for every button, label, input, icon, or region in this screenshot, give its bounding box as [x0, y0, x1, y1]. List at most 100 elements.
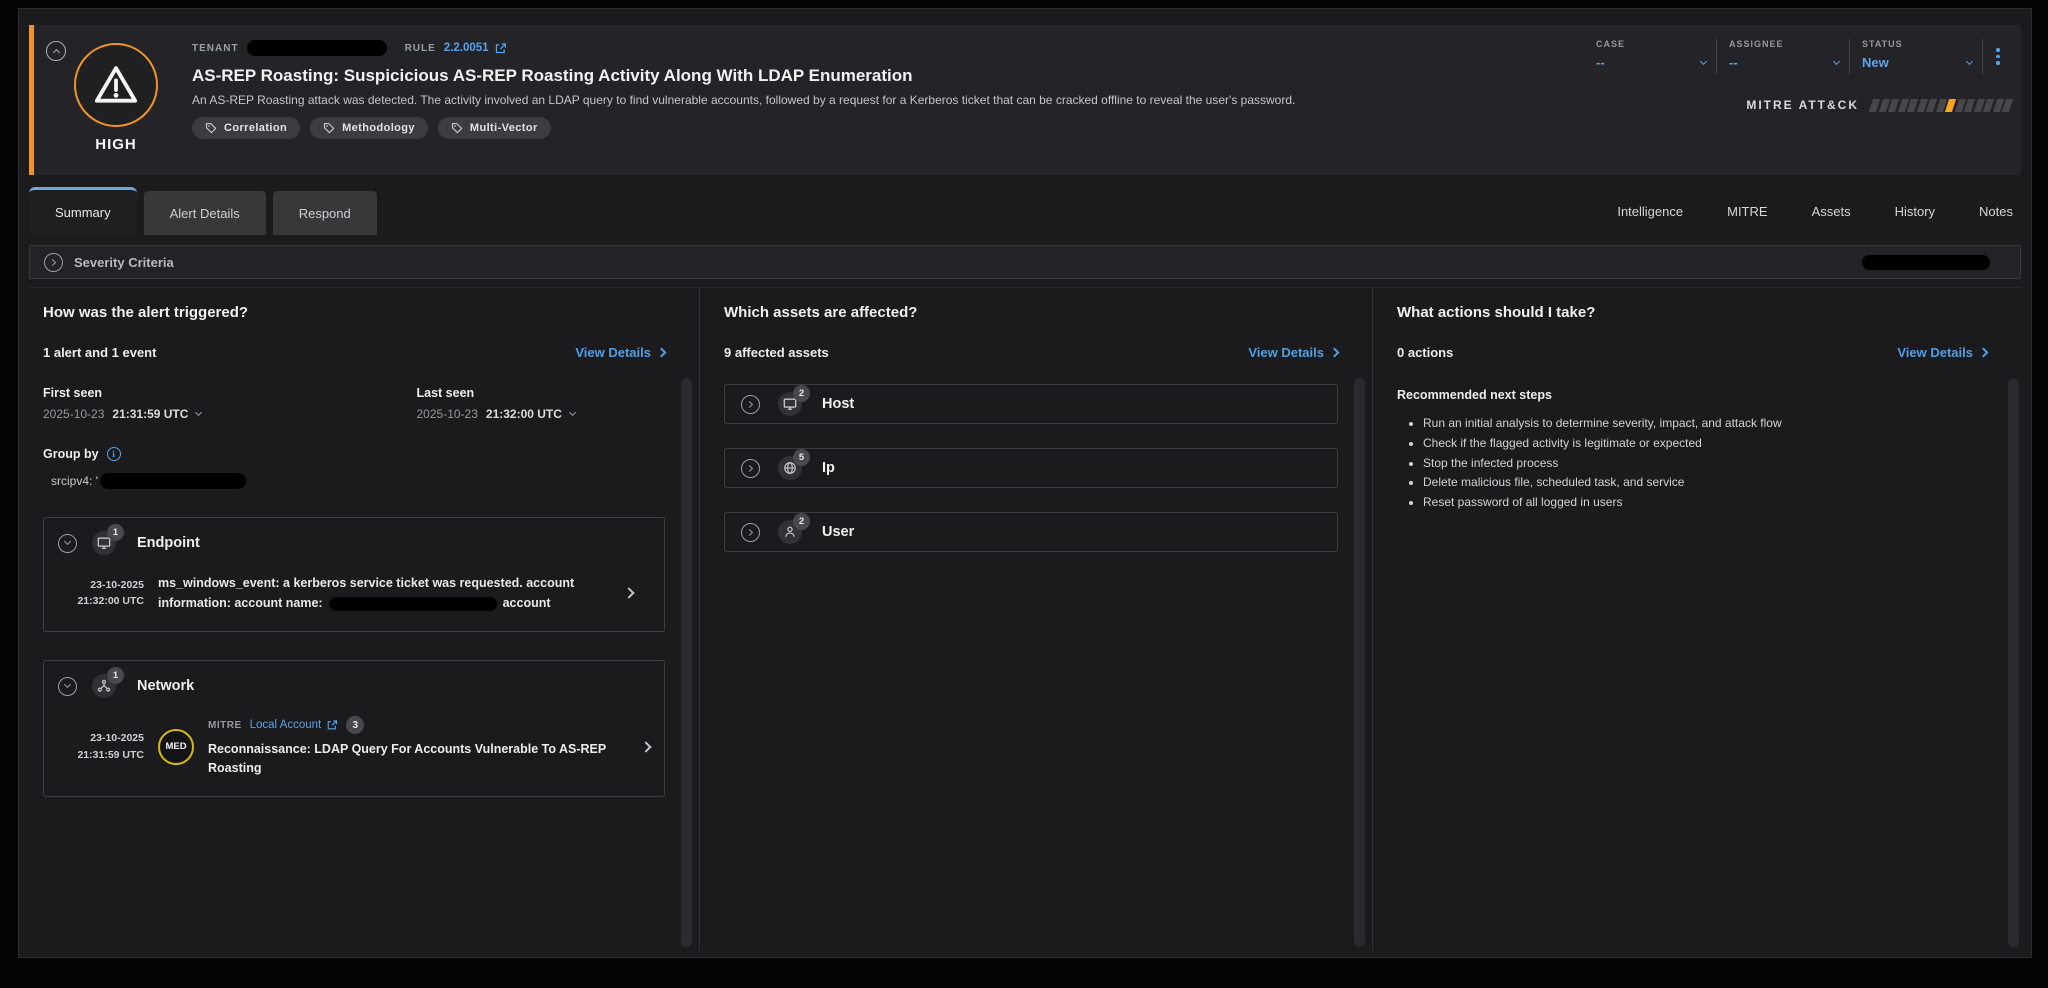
warning-triangle-icon [93, 62, 139, 108]
assets-column: Which assets are affected? 9 affected as… [700, 288, 1373, 951]
assignee-value: -- [1729, 55, 1738, 70]
network-alert-name: Reconnaissance: LDAP Query For Accounts … [208, 740, 630, 778]
recommended-steps-list: Run an initial analysis to determine sev… [1397, 414, 1987, 513]
more-actions-kebab-icon[interactable] [1985, 37, 2011, 76]
rule-label: RULE [405, 43, 436, 54]
severity-block: HIGH [68, 43, 164, 153]
collapse-header-button[interactable] [46, 41, 66, 61]
group-by-key: srcipv4: ' [51, 474, 98, 488]
tab-alert-details[interactable]: Alert Details [144, 191, 266, 235]
status-label: STATUS [1862, 39, 1972, 49]
recommended-step: Check if the flagged activity is legitim… [1423, 434, 1987, 454]
tab-notes[interactable]: Notes [1979, 204, 2013, 219]
actions-view-details-link[interactable]: View Details [1897, 345, 1987, 360]
tab-history[interactable]: History [1895, 204, 1935, 219]
asset-row-user[interactable]: 2 User [724, 512, 1338, 552]
tab-respond[interactable]: Respond [273, 191, 377, 235]
right-tab-links: Intelligence MITRE Assets History Notes [1617, 187, 2021, 235]
last-seen-value[interactable]: 2025-10-23 21:32:00 UTC [417, 407, 666, 421]
recommended-steps-label: Recommended next steps [1397, 388, 1987, 402]
first-seen-value[interactable]: 2025-10-23 21:31:59 UTC [43, 407, 292, 421]
chevron-right-circle-icon [44, 253, 63, 272]
column-scrollbar[interactable] [2008, 378, 2019, 947]
actions-count: 0 actions [1397, 345, 1453, 360]
host-icon-badge: 2 [778, 392, 804, 416]
tag-correlation[interactable]: Correlation [192, 117, 300, 139]
tag-multi-vector[interactable]: Multi-Vector [438, 117, 551, 139]
mitre-technique-link[interactable]: Local Account [250, 719, 339, 731]
rule-id: 2.2.0051 [444, 42, 489, 54]
severity-criteria-bar[interactable]: Severity Criteria [29, 245, 2021, 279]
recommended-step: Delete malicious file, scheduled task, a… [1423, 473, 1987, 493]
asset-row-ip[interactable]: 5 Ip [724, 448, 1338, 488]
network-icon-badge: 1 [92, 674, 118, 698]
triggered-view-details-link[interactable]: View Details [575, 345, 665, 360]
assets-view-details-link[interactable]: View Details [1248, 345, 1338, 360]
tag-list: Correlation Methodology Multi-Vector [192, 117, 1372, 139]
host-count-badge: 2 [793, 385, 810, 402]
alert-title: AS-REP Roasting: Suspicicious AS-REP Roa… [192, 66, 1372, 86]
tab-assets[interactable]: Assets [1812, 204, 1851, 219]
collapse-endpoint-button[interactable] [58, 534, 77, 553]
expand-ip-button[interactable] [741, 459, 760, 478]
chevron-down-icon [1700, 57, 1707, 64]
mitre-attack-meter [1871, 99, 2011, 112]
asset-row-host[interactable]: 2 Host [724, 384, 1338, 424]
summary-columns: How was the alert triggered? 1 alert and… [29, 287, 2021, 951]
tag-icon [205, 122, 217, 134]
actions-column: What actions should I take? 0 actions Vi… [1373, 288, 2021, 951]
case-value: -- [1596, 55, 1605, 70]
status-dropdown[interactable]: STATUS New [1852, 37, 1980, 76]
rule-link[interactable]: 2.2.0051 [444, 42, 507, 55]
expand-host-button[interactable] [741, 395, 760, 414]
account-name-redacted [329, 597, 497, 611]
tenant-value-redacted [247, 40, 387, 56]
chevron-down-icon [195, 409, 202, 416]
alert-info: TENANT RULE 2.2.0051 AS-REP Roasting: Su… [192, 39, 1372, 139]
collapse-network-button[interactable] [58, 677, 77, 696]
assignee-dropdown[interactable]: ASSIGNEE -- [1719, 37, 1847, 76]
severity-criteria-redacted [1862, 255, 1990, 270]
host-label: Host [822, 396, 854, 412]
severity-criteria-label: Severity Criteria [74, 255, 174, 270]
actions-heading: What actions should I take? [1397, 304, 1987, 321]
triggered-heading: How was the alert triggered? [43, 304, 665, 321]
column-scrollbar[interactable] [681, 378, 692, 947]
user-label: User [822, 524, 854, 540]
tab-summary[interactable]: Summary [29, 187, 137, 235]
endpoint-count-badge: 1 [107, 524, 124, 541]
expand-user-button[interactable] [741, 523, 760, 542]
last-seen-label: Last seen [417, 386, 666, 400]
info-icon[interactable]: i [107, 447, 121, 461]
chevron-right-icon [1979, 348, 1989, 358]
ip-icon-badge: 5 [778, 456, 804, 480]
tag-methodology[interactable]: Methodology [310, 117, 428, 139]
severity-med-badge: MED [158, 729, 194, 765]
affected-assets-count: 9 affected assets [724, 345, 829, 360]
endpoint-event-row[interactable]: 23-10-2025 21:32:00 UTC ms_windows_event… [58, 573, 650, 613]
network-alert-row[interactable]: 23-10-2025 21:31:59 UTC MED MITRE Local … [58, 716, 650, 778]
seen-row: First seen 2025-10-23 21:31:59 UTC Last … [43, 386, 665, 421]
divider [1849, 39, 1850, 74]
mitre-attack-row: MITRE ATT&CK [1541, 98, 2011, 112]
status-value: New [1862, 55, 1889, 70]
case-dropdown[interactable]: CASE -- [1586, 37, 1714, 76]
group-by-label: Group by [43, 447, 99, 461]
severity-label: HIGH [68, 136, 164, 153]
assignee-label: ASSIGNEE [1729, 39, 1839, 49]
event-timestamp: 23-10-2025 21:32:00 UTC [58, 577, 144, 610]
network-group-title: Network [137, 678, 194, 694]
network-count-badge: 1 [107, 667, 124, 684]
assets-heading: Which assets are affected? [724, 304, 1338, 321]
tab-intelligence[interactable]: Intelligence [1617, 204, 1683, 219]
tab-mitre[interactable]: MITRE [1727, 204, 1767, 219]
alert-timestamp: 23-10-2025 21:31:59 UTC [58, 730, 144, 763]
endpoint-group-card: 1 Endpoint 23-10-2025 21:32:00 UTC ms_wi… [43, 517, 665, 632]
chevron-right-icon [657, 348, 667, 358]
severity-high-icon [74, 43, 158, 127]
column-scrollbar[interactable] [1354, 378, 1365, 947]
chevron-right-icon [1330, 348, 1340, 358]
chevron-down-icon [569, 409, 576, 416]
alert-event-count: 1 alert and 1 event [43, 345, 156, 360]
mitre-attack-label: MITRE ATT&CK [1746, 98, 1859, 112]
